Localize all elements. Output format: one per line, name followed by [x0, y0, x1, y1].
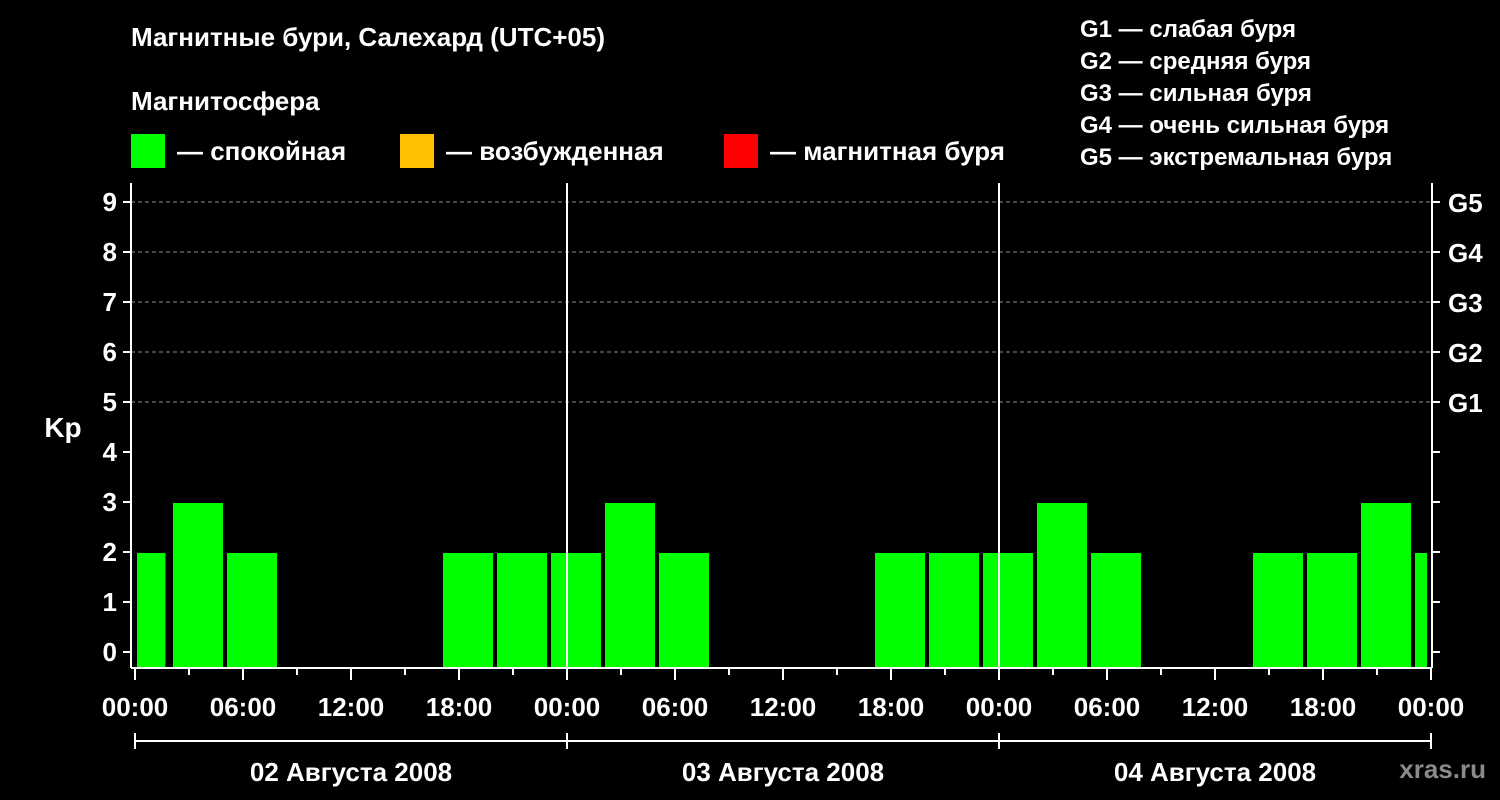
y-tick-label-0: 0 [103, 637, 117, 667]
kp-bar-14 [1307, 553, 1357, 668]
kp-bar-7 [659, 553, 709, 668]
x-tick-label-1: 06:00 [210, 692, 277, 722]
y-tick-label-3: 3 [103, 487, 117, 517]
g-level-label-g2: G2 [1448, 338, 1483, 368]
x-tick-label-6: 12:00 [750, 692, 817, 722]
x-tick-label-12: 00:00 [1398, 692, 1465, 722]
kp-bar-1 [173, 503, 223, 668]
kp-bar-6 [605, 503, 655, 668]
kp-bar-15 [1361, 503, 1411, 668]
g-level-label-g3: G3 [1448, 288, 1483, 318]
x-tick-label-4: 00:00 [534, 692, 601, 722]
kp-bar-13 [1253, 553, 1303, 668]
x-tick-label-11: 18:00 [1290, 692, 1357, 722]
day-label-0: 02 Августа 2008 [250, 757, 452, 787]
x-tick-label-10: 12:00 [1182, 692, 1249, 722]
x-tick-label-2: 12:00 [318, 692, 385, 722]
site-watermark: xras.ru [1399, 754, 1486, 784]
y-tick-label-4: 4 [103, 437, 118, 467]
y-tick-label-1: 1 [103, 587, 117, 617]
kp-bar-12 [1091, 553, 1141, 668]
x-tick-label-3: 18:00 [426, 692, 493, 722]
kp-bar-0 [137, 553, 166, 668]
kp-bar-16 [1415, 553, 1427, 668]
day-label-2: 04 Августа 2008 [1114, 757, 1316, 787]
kp-bar-5 [551, 553, 601, 668]
y-tick-label-2: 2 [103, 537, 117, 567]
g-level-label-g1: G1 [1448, 388, 1483, 418]
kp-bar-2 [227, 553, 277, 668]
kp-bar-3 [443, 553, 493, 668]
kp-bar-11 [1037, 503, 1087, 668]
y-tick-label-6: 6 [103, 337, 117, 367]
x-tick-label-5: 06:00 [642, 692, 709, 722]
y-tick-label-5: 5 [103, 387, 117, 417]
x-tick-label-0: 00:00 [102, 692, 169, 722]
kp-bar-chart: 0 1 2 3 4 5 6 7 8 9 G1 G2 G3 G4 G5 Kp 00:00 06:00 12:00 18:… [44, 183, 1483, 787]
kp-bar-10 [983, 553, 1033, 668]
kp-bar-9 [929, 553, 979, 668]
y-tick-label-7: 7 [103, 287, 117, 317]
y-tick-label-8: 8 [103, 237, 117, 267]
g-level-label-g4: G4 [1448, 238, 1483, 268]
x-tick-label-7: 18:00 [858, 692, 925, 722]
g-level-label-g5: G5 [1448, 188, 1483, 218]
kp-bar-4 [497, 553, 547, 668]
y-axis-label: Kp [44, 412, 81, 443]
x-tick-label-8: 00:00 [966, 692, 1033, 722]
y-tick-label-9: 9 [103, 187, 117, 217]
day-label-1: 03 Августа 2008 [682, 757, 884, 787]
x-tick-label-9: 06:00 [1074, 692, 1141, 722]
kp-bar-8 [875, 553, 925, 668]
